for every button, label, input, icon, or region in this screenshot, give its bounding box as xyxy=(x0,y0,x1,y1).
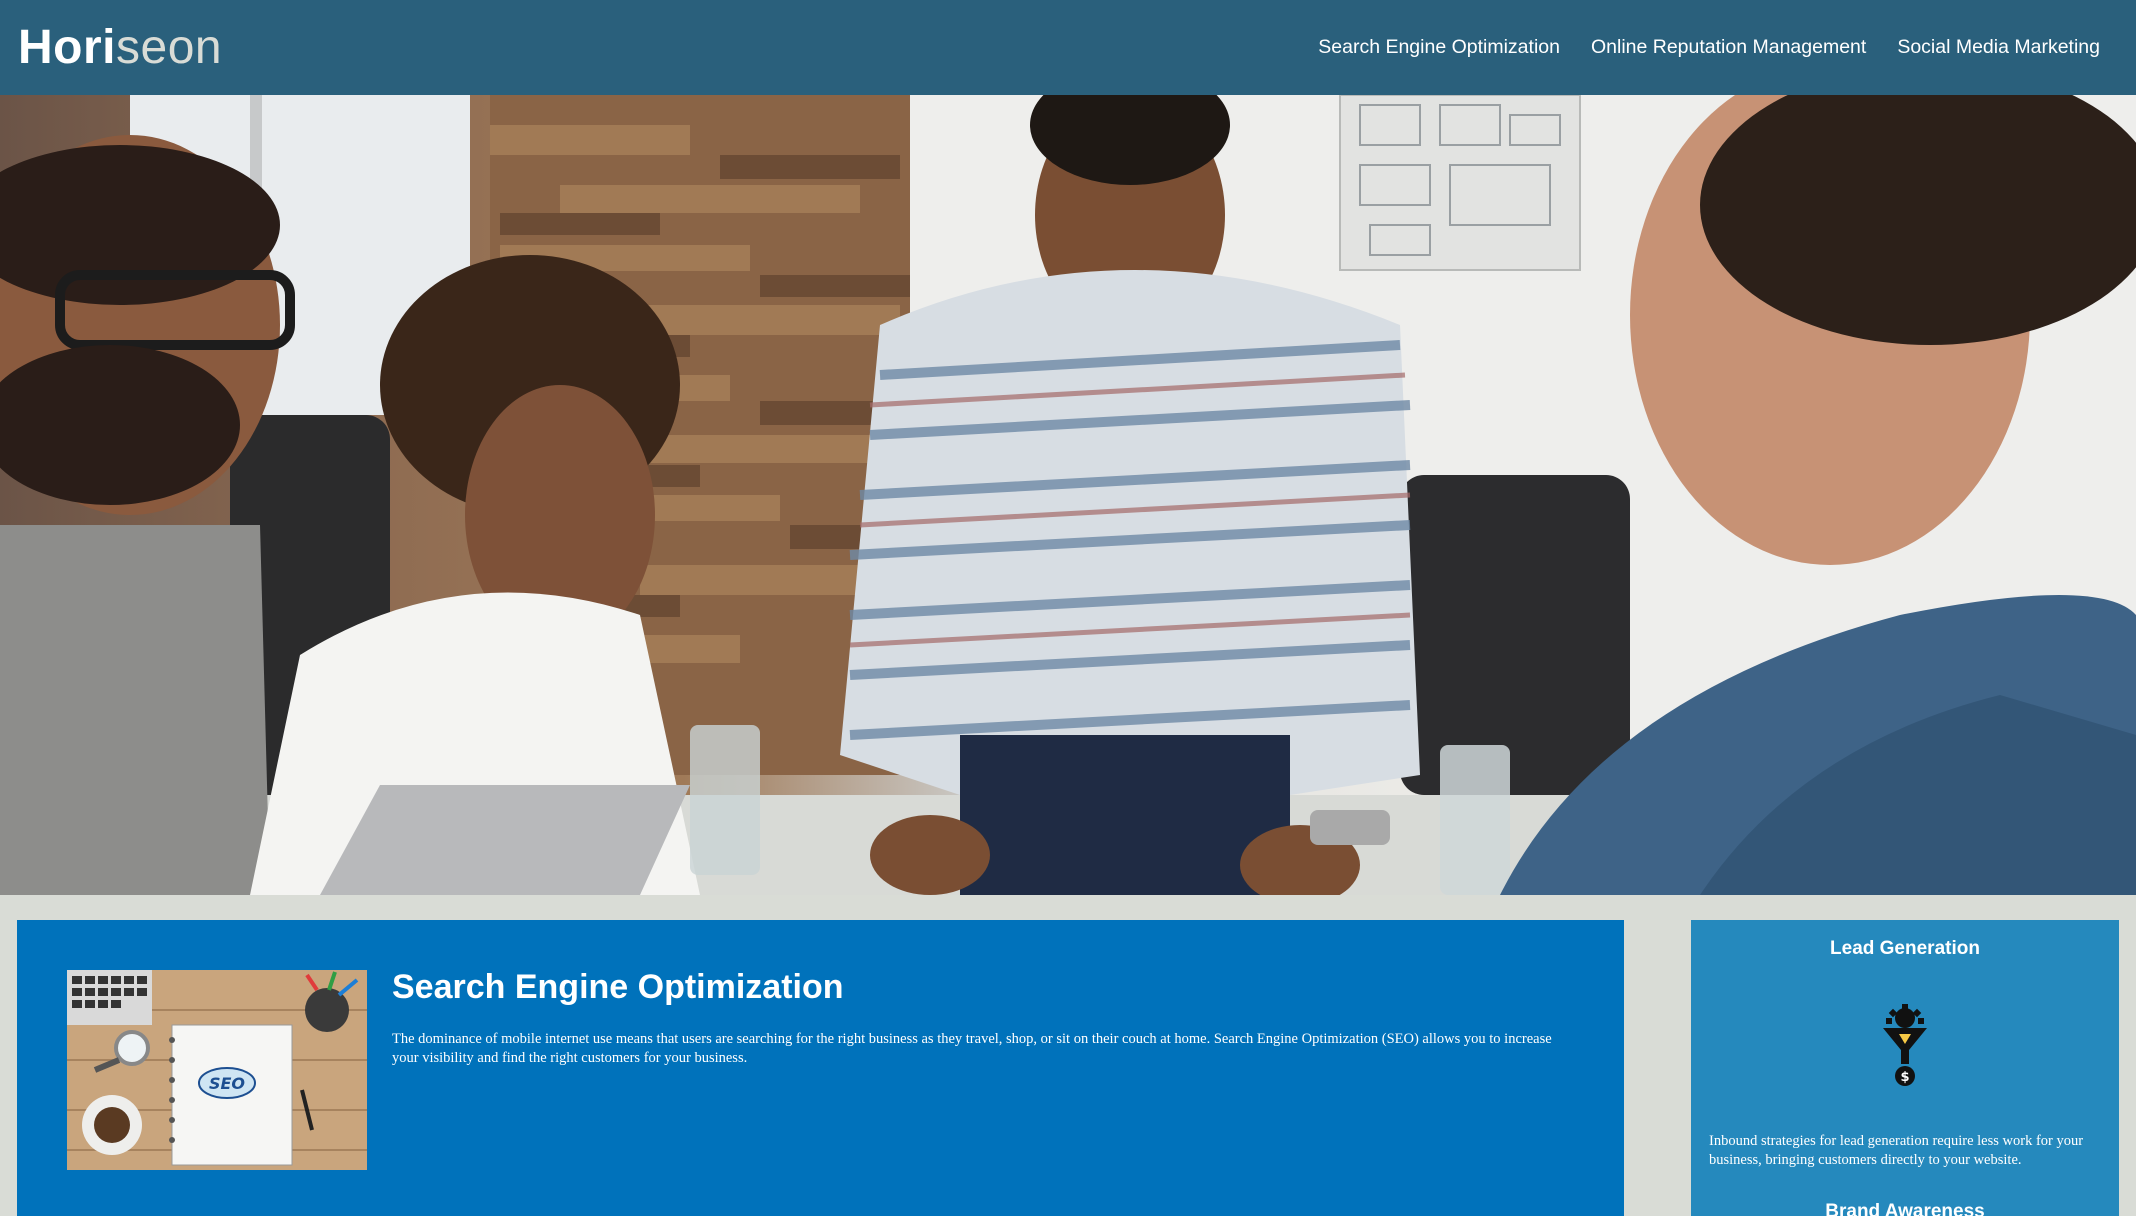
seo-thumb-text: SEO xyxy=(209,1074,245,1093)
site-header: Horiseon Search Engine Optimization Onli… xyxy=(0,0,2136,95)
hero-image xyxy=(0,95,2136,895)
logo-accent-text: seon xyxy=(116,21,223,74)
seo-thumbnail: SEO xyxy=(67,970,367,1170)
nav-link-reputation[interactable]: Online Reputation Management xyxy=(1591,36,1866,59)
seo-section: SEO Search Engine Optimization The domin… xyxy=(17,920,1624,1216)
brand-awareness-title: Brand Awareness xyxy=(1825,1201,1985,1216)
svg-text:$: $ xyxy=(1900,1070,1909,1085)
seo-illustration: SEO xyxy=(67,970,367,1170)
seo-title: Search Engine Optimization xyxy=(392,968,844,1006)
lead-generation-description: Inbound strategies for lead generation r… xyxy=(1709,1133,2084,1168)
logo-main-text: Hori xyxy=(18,21,116,74)
nav-link-social-media[interactable]: Social Media Marketing xyxy=(1897,36,2100,59)
site-logo[interactable]: Horiseon xyxy=(18,20,222,75)
hero-illustration xyxy=(0,95,2136,895)
nav-link-seo[interactable]: Search Engine Optimization xyxy=(1318,36,1560,59)
lead-generation-funnel-icon: $ xyxy=(1883,1004,1927,1086)
seo-description: The dominance of mobile internet use mea… xyxy=(392,1031,1552,1066)
benefits-sidebar: Lead Generation $ Inbound strategies for… xyxy=(1691,920,2119,1216)
main-nav: Search Engine Optimization Online Reputa… xyxy=(1318,36,2100,59)
lead-generation-title: Lead Generation xyxy=(1830,938,1980,959)
